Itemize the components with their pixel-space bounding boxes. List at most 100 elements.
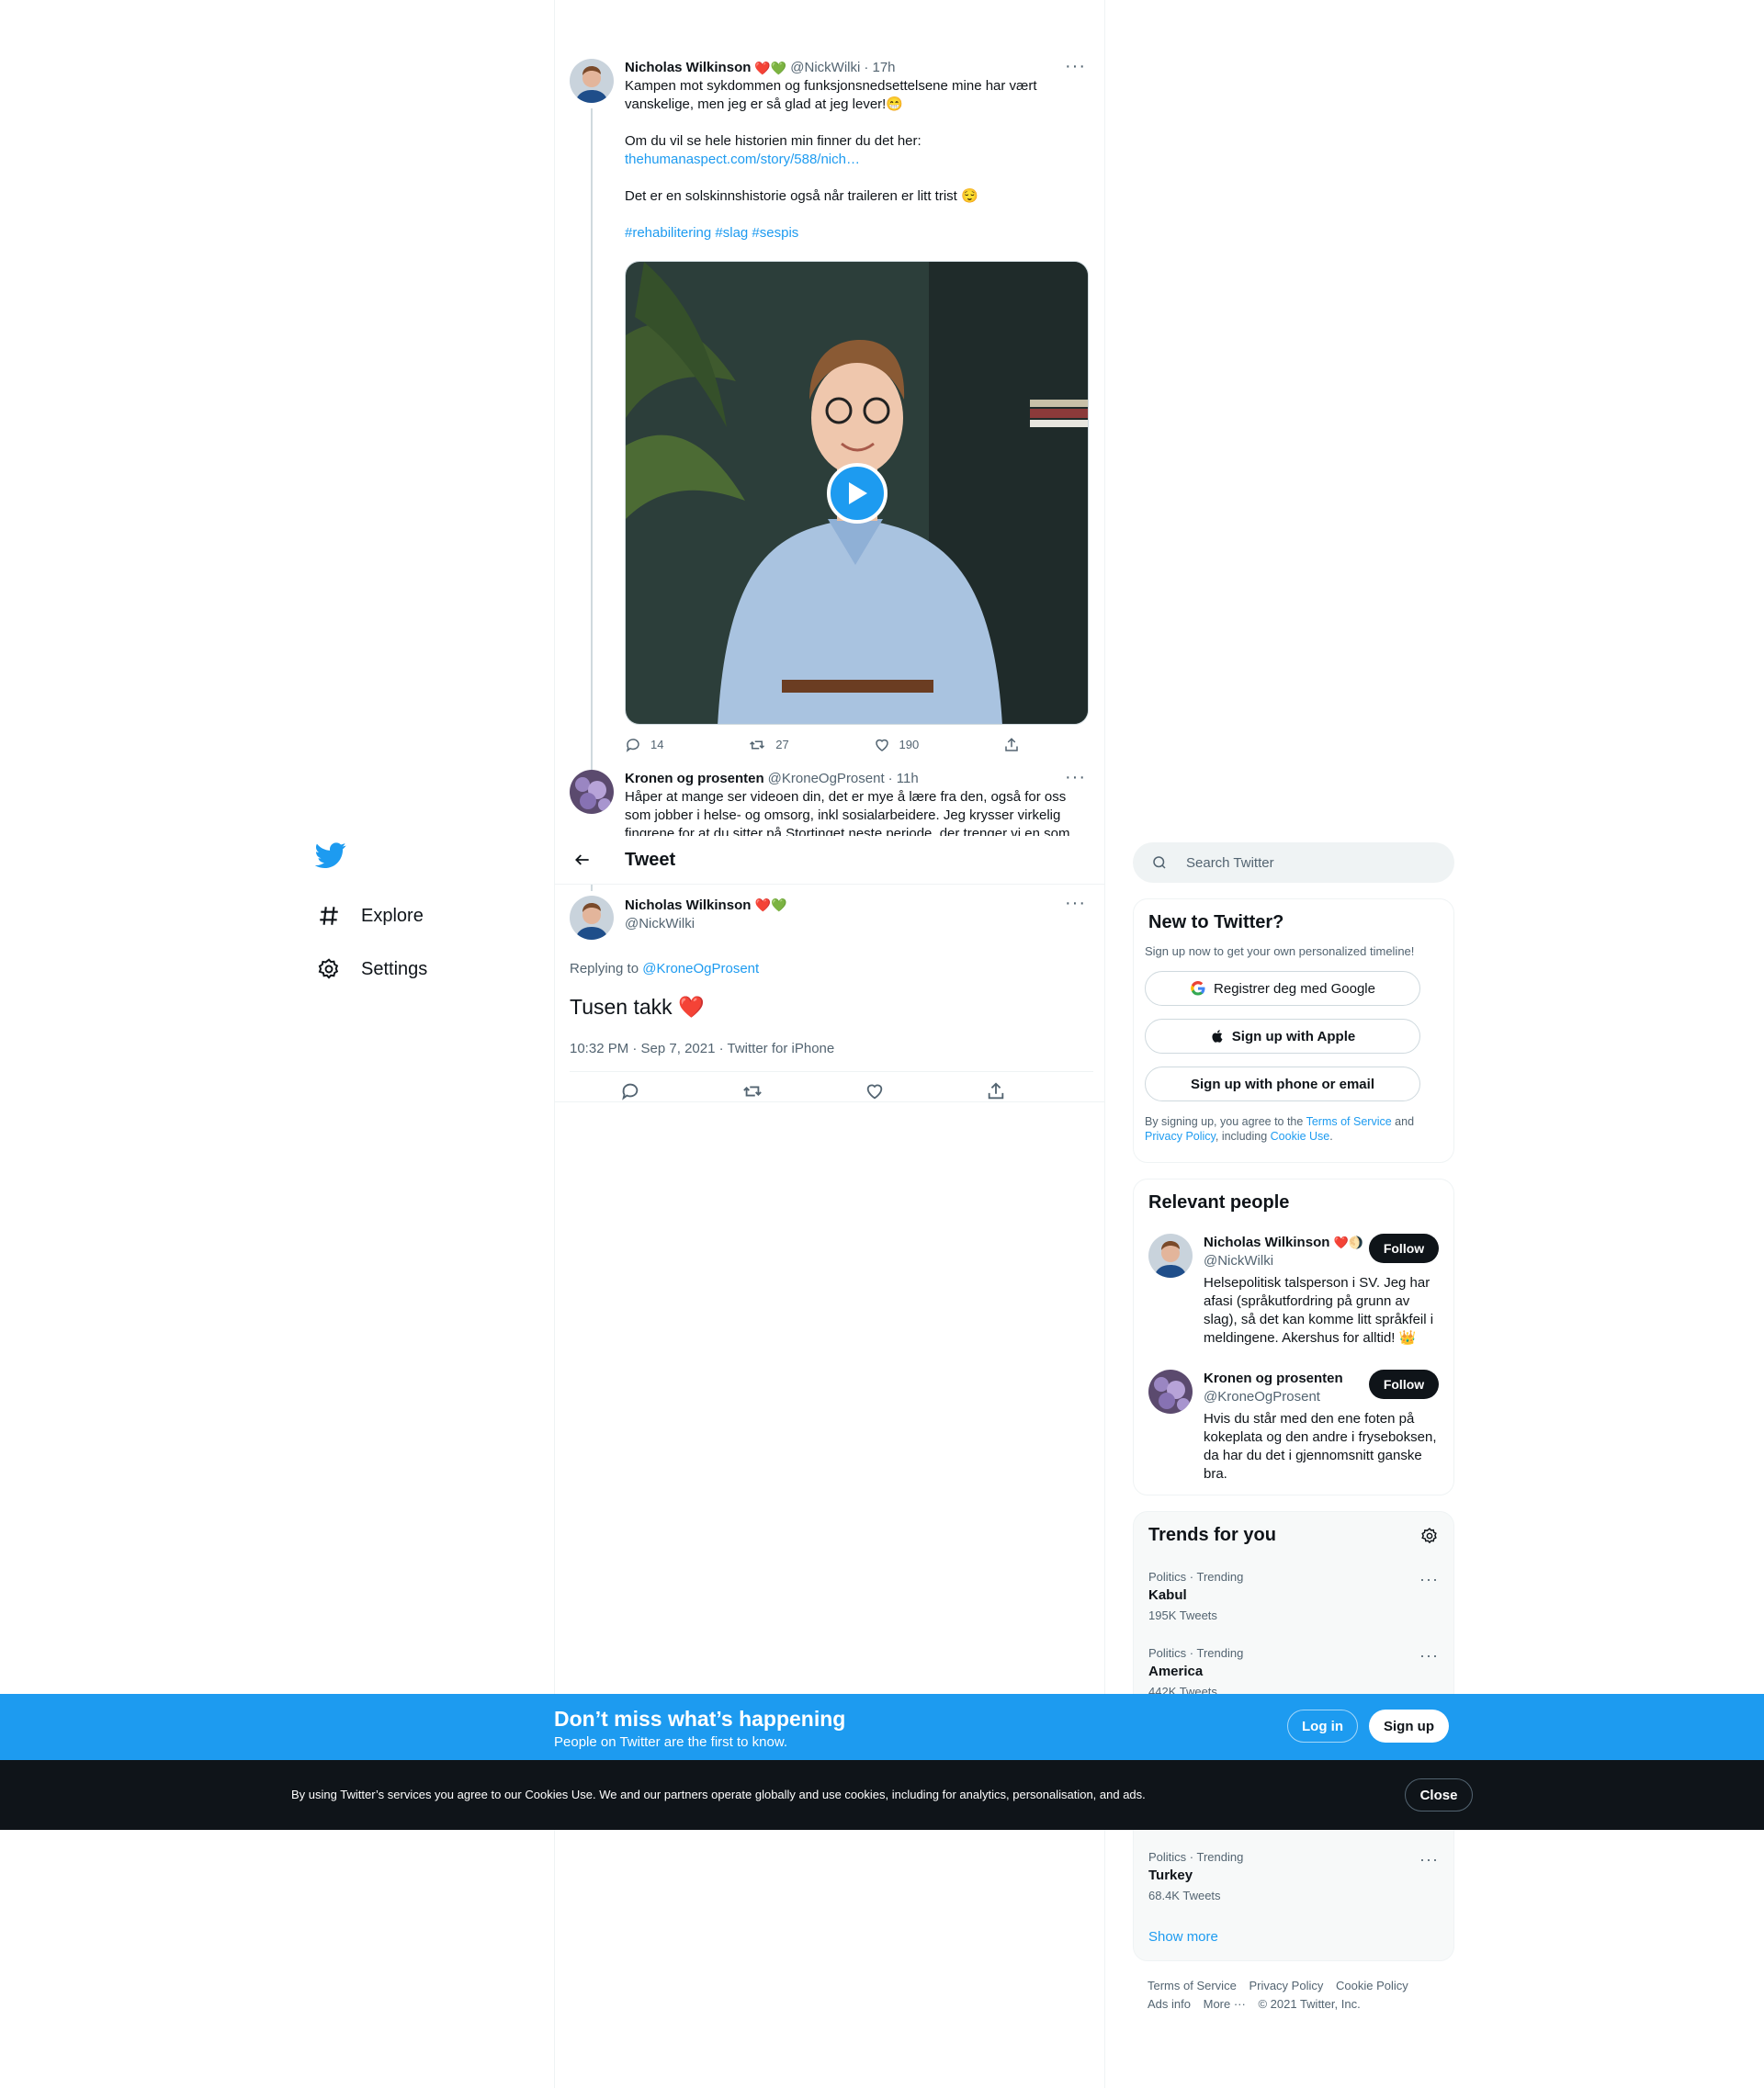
search-input[interactable]: Search Twitter xyxy=(1133,842,1454,883)
footer-privacy-link[interactable]: Privacy Policy xyxy=(1249,1979,1323,1992)
footer-more-link[interactable]: More ··· xyxy=(1204,1997,1246,2011)
signup-banner: Don’t miss what’s happening People on Tw… xyxy=(0,1694,1764,1760)
tweet-text: Håper at mange ser videoen din, det er m… xyxy=(625,789,1070,836)
signup-button[interactable]: Sign up xyxy=(1369,1710,1449,1743)
tweet-actions: 14 27 190 xyxy=(625,736,1029,754)
author-handle[interactable]: @NickWilki xyxy=(625,915,1093,933)
trend-item[interactable]: Politics · Trending Kabul 195K Tweets ··… xyxy=(1148,1570,1439,1622)
more-options-icon[interactable]: ··· xyxy=(1065,57,1086,75)
trend-count: 68.4K Tweets xyxy=(1148,1889,1221,1902)
story-link[interactable]: thehumanaspect.com/story/588/nich… xyxy=(625,152,860,167)
replying-handle-link[interactable]: @KroneOgProsent xyxy=(642,961,759,976)
tweet-actions xyxy=(570,1071,1093,1115)
card-title: Relevant people xyxy=(1148,1192,1290,1213)
trend-category: Politics · Trending xyxy=(1148,1570,1244,1584)
play-icon[interactable] xyxy=(826,462,888,524)
cookie-link[interactable]: Cookie Use xyxy=(1271,1130,1330,1143)
banner-subtitle: People on Twitter are the first to know. xyxy=(554,1734,788,1750)
follow-button[interactable]: Follow xyxy=(1369,1370,1439,1399)
reply-icon xyxy=(626,739,639,752)
trend-category: Politics · Trending xyxy=(1148,1850,1244,1864)
close-button[interactable]: Close xyxy=(1405,1778,1473,1811)
person-name[interactable]: Nicholas Wilkinson xyxy=(1204,1235,1329,1250)
card-title: Trends for you xyxy=(1148,1525,1276,1545)
avatar[interactable] xyxy=(1148,1234,1193,1278)
search-icon xyxy=(1151,854,1168,871)
more-options-icon[interactable]: ··· xyxy=(1419,1570,1439,1589)
person-card[interactable]: Follow Nicholas Wilkinson ❤️🌖 @NickWilki… xyxy=(1148,1234,1439,1348)
footer-ads-link[interactable]: Ads info xyxy=(1148,1997,1191,2011)
author-name[interactable]: Kronen og prosenten xyxy=(625,770,764,788)
tweet-timestamp[interactable]: 10:32 PM · Sep 7, 2021 · Twitter for iPh… xyxy=(570,1041,1093,1056)
apple-icon xyxy=(1210,1028,1225,1044)
footer-copyright: © 2021 Twitter, Inc. xyxy=(1258,1997,1361,2011)
relevant-people-card: Relevant people Follow Nicholas Wilkinso… xyxy=(1133,1179,1454,1495)
like-button[interactable]: 190 xyxy=(874,736,919,754)
footer-cookie-link[interactable]: Cookie Policy xyxy=(1336,1979,1408,1992)
twitter-logo-icon[interactable] xyxy=(314,840,352,876)
more-options-icon[interactable]: ··· xyxy=(1065,770,1086,786)
legal-text: , including xyxy=(1215,1130,1271,1143)
nav-settings[interactable]: Settings xyxy=(315,942,536,996)
tweet-paragraph: Kampen mot sykdommen og funksjonsnedsett… xyxy=(625,78,1037,112)
hashtags[interactable]: #rehabilitering #slag #sespis xyxy=(625,224,1093,243)
thread-tweet[interactable]: ··· Nicholas Wilkinson ❤️💚 @NickWilki · … xyxy=(570,57,1093,754)
show-more-link[interactable]: Show more xyxy=(1148,1929,1218,1945)
hashtag-icon xyxy=(315,902,343,930)
google-icon xyxy=(1190,980,1206,997)
author-handle[interactable]: @KroneOgProsent xyxy=(768,770,885,788)
phone-email-signup-label: Sign up with phone or email xyxy=(1190,1076,1374,1092)
share-button[interactable] xyxy=(1003,736,1029,754)
thread-tweet[interactable]: ··· Kronen og prosenten @KroneOgProsent … xyxy=(570,770,1093,836)
trend-item[interactable]: Politics · Trending Turkey 68.4K Tweets … xyxy=(1148,1850,1439,1902)
sidebar-footer: Terms of Service Privacy Policy Cookie P… xyxy=(1148,1977,1442,2014)
phone-email-signup-button[interactable]: Sign up with phone or email xyxy=(1145,1067,1420,1101)
retweet-button[interactable]: 27 xyxy=(748,736,789,754)
google-signup-button[interactable]: Registrer deg med Google xyxy=(1145,971,1420,1006)
avatar[interactable] xyxy=(570,770,614,814)
more-options-icon[interactable]: ··· xyxy=(1419,1646,1439,1665)
cookie-text: By using Twitter’s services you agree to… xyxy=(291,1788,1146,1801)
banner-headline: Don’t miss what’s happening xyxy=(554,1707,846,1731)
nav-settings-label: Settings xyxy=(361,958,428,979)
trend-name: Turkey xyxy=(1148,1868,1193,1883)
avatar[interactable] xyxy=(570,896,614,940)
privacy-link[interactable]: Privacy Policy xyxy=(1145,1130,1216,1143)
replying-prefix: Replying to xyxy=(570,961,643,976)
focused-tweet[interactable]: ··· Nicholas Wilkinson ❤️💚 @NickWilki Re… xyxy=(570,894,1093,1115)
avatar[interactable] xyxy=(1148,1370,1193,1414)
footer-tos-link[interactable]: Terms of Service xyxy=(1148,1979,1237,1992)
person-card[interactable]: Follow Kronen og prosenten @KroneOgProse… xyxy=(1148,1370,1439,1484)
author-name[interactable]: Nicholas Wilkinson xyxy=(625,59,751,77)
search-placeholder: Search Twitter xyxy=(1186,854,1274,871)
trend-item[interactable]: Politics · Trending America 442K Tweets … xyxy=(1148,1646,1439,1699)
author-handle[interactable]: @NickWilki xyxy=(790,59,860,77)
name-emoji: ❤️💚 xyxy=(754,61,787,75)
tos-link[interactable]: Terms of Service xyxy=(1306,1115,1392,1128)
tweet-text: Tusen takk ❤️ xyxy=(570,995,705,1019)
trend-name: Kabul xyxy=(1148,1587,1187,1603)
more-options-icon[interactable]: ··· xyxy=(1419,1850,1439,1869)
tweet-time[interactable]: · 11h xyxy=(888,770,919,788)
tweet-time[interactable]: · 17h xyxy=(864,59,895,77)
apple-signup-button[interactable]: Sign up with Apple xyxy=(1145,1019,1420,1054)
video-player[interactable] xyxy=(625,261,1089,725)
more-options-icon[interactable]: ··· xyxy=(1065,894,1086,912)
back-arrow-icon[interactable] xyxy=(573,851,592,869)
name-emoji: ❤️💚 xyxy=(754,897,787,912)
name-emoji: ❤️🌖 xyxy=(1333,1236,1363,1249)
tweet-paragraph: Det er en solskinnshistorie også når tra… xyxy=(625,188,978,204)
legal-text: . xyxy=(1329,1130,1333,1143)
follow-button[interactable]: Follow xyxy=(1369,1234,1439,1263)
retweet-count: 27 xyxy=(775,738,789,751)
signup-legal: By signing up, you agree to the Terms of… xyxy=(1145,1114,1442,1144)
avatar[interactable] xyxy=(570,59,614,103)
login-button[interactable]: Log in xyxy=(1287,1710,1358,1743)
trend-category: Politics · Trending xyxy=(1148,1646,1244,1660)
reply-count: 14 xyxy=(650,738,664,751)
gear-icon[interactable] xyxy=(1420,1527,1439,1545)
reply-button[interactable]: 14 xyxy=(625,736,663,754)
nav-explore[interactable]: Explore xyxy=(315,889,536,942)
cookie-banner: By using Twitter’s services you agree to… xyxy=(0,1760,1764,1830)
author-name[interactable]: Nicholas Wilkinson xyxy=(625,897,751,913)
